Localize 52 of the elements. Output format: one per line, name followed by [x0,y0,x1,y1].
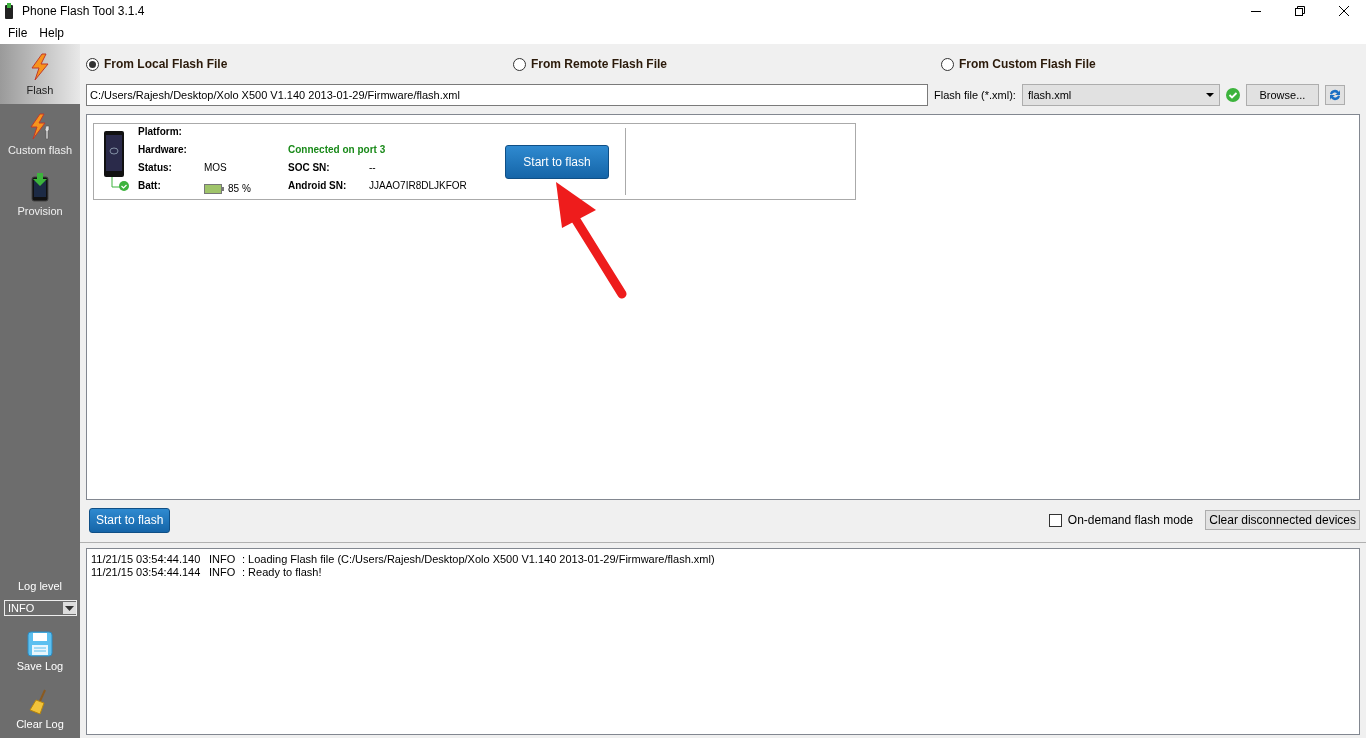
lightning-wrench-icon [27,112,53,141]
log-level-label: Log level [16,580,63,592]
connection-status: Connected on port 3 [288,143,387,157]
source-radio[interactable]: From Remote Flash File [513,57,941,71]
soc-sn-label: SOC SN: [288,161,331,175]
check-icon [1225,88,1240,102]
hardware-label: Hardware: [138,143,188,157]
log-message: : Ready to flash! [242,566,322,579]
platform-label: Platform: [138,125,183,139]
status-value: MOS [204,161,228,175]
phone-download-icon [29,171,51,202]
log-level: INFO [209,553,237,566]
app-icon [4,3,14,19]
start-flash-button[interactable]: Start to flash [89,507,171,533]
restore-icon[interactable] [1295,6,1305,16]
sidebar-item[interactable]: Provision [0,164,80,224]
menu-item[interactable]: Help [33,26,71,40]
log-message: : Loading Flash file (C:/Users/Rajesh/Desktop/Xolo X500 V1.140 2013-01-29/Firmware/flash.xml) [242,553,715,566]
radio-button[interactable] [513,57,526,71]
android-sn-label: Android SN: [288,179,348,193]
flash-file-dropdown[interactable]: flash.xml [1021,84,1220,106]
log-time: 11/21/15 03:54:44.144 [91,566,202,579]
caret-icon [63,602,76,614]
android-sn-value: JJAAO7IR8DLJKFOR [369,179,468,193]
log-time: 11/21/15 03:54:44.140 [91,553,202,566]
status-label: Status: [138,161,173,175]
checkbox-label: On-demand flash mode [1067,513,1194,527]
start-flash-button[interactable]: Start to flash [505,144,609,179]
checkbox[interactable] [1048,513,1062,527]
window-title: Phone Flash Tool 3.1.4 [22,4,145,18]
battery-value: 85 % [228,183,251,194]
flash-path-field[interactable]: C:/Users/Rajesh/Desktop/Xolo X500 V1.140 2013-01-29/Firmware/flash.xml [86,84,928,106]
radio-button[interactable] [86,57,99,71]
battery-icon [204,183,224,194]
soc-sn-value: -- [369,161,377,175]
log-level-dropdown[interactable]: INFO [4,600,77,616]
flash-file-label: Flash file (*.xml): [934,89,1016,101]
clear-devices-button[interactable]: Clear disconnected devices [1205,510,1360,530]
save-log-button[interactable]: Save Log [0,622,80,680]
source-radio[interactable]: From Local Flash File [86,57,513,71]
caret-icon [1205,93,1214,97]
sidebar-item[interactable]: Custom flash [0,104,80,164]
clear-log-button[interactable]: Clear Log [0,680,80,738]
close-icon[interactable] [1339,6,1349,16]
radio-button[interactable] [941,57,954,71]
sidebar-item[interactable]: Flash [0,44,80,104]
menu-item[interactable]: File [2,26,34,40]
log-level: INFO [209,566,237,579]
source-radio[interactable]: From Custom Flash File [941,57,1360,71]
refresh-icon[interactable] [1324,85,1345,105]
browse-button[interactable]: Browse... [1245,84,1319,106]
battery-label: Batt: [138,179,162,193]
